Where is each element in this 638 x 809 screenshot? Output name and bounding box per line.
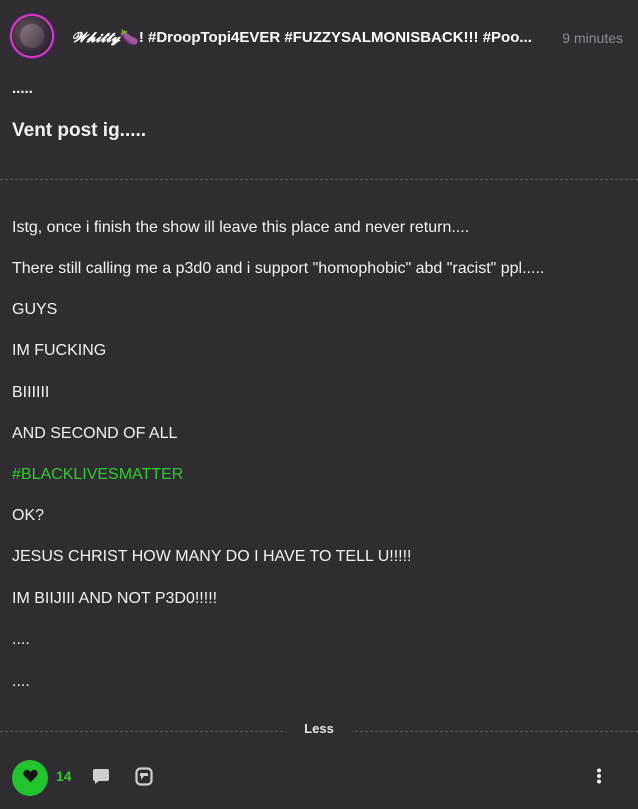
body-line: IM FUCKING — [12, 342, 107, 359]
author-name-prefix: 𝓦𝓱𝓲𝓽𝓽𝔂 — [72, 30, 121, 46]
body-line: JESUS CHRIST HOW MANY DO I HAVE TO TELL … — [12, 548, 412, 565]
less-button[interactable]: Less — [286, 721, 352, 736]
post-timestamp: 9 minutes — [562, 30, 623, 46]
post-header: 𝓦𝓱𝓲𝓽𝓽𝔂🍆! #DroopTopi4EVER #FUZZYSALMONISB… — [0, 0, 638, 76]
body-line: AND SECOND OF ALL — [12, 425, 178, 442]
author-name-rest: ! #DroopTopi4EVER #FUZZYSALMONISBACK!!! … — [138, 29, 532, 46]
body-line: .... — [12, 631, 30, 648]
body-line: BIIIIII — [12, 384, 50, 401]
author-name[interactable]: 𝓦𝓱𝓲𝓽𝓽𝔂🍆! #DroopTopi4EVER #FUZZYSALMONISB… — [72, 28, 552, 46]
share-icon[interactable] — [135, 767, 153, 791]
author-avatar[interactable] — [12, 16, 52, 56]
body-line: .... — [12, 673, 30, 690]
more-vertical-icon[interactable] — [596, 768, 602, 789]
hashtag-link[interactable]: #BLACKLIVESMATTER — [12, 466, 183, 484]
body-line: Istg, once i finish the show ill leave t… — [12, 219, 470, 236]
body-line: GUYS — [12, 301, 58, 318]
author-emoji: 🍆 — [120, 29, 139, 46]
like-count: 14 — [56, 768, 72, 784]
post-footer: 14 — [0, 748, 638, 808]
post-pre-title: ..... — [12, 80, 33, 97]
post-title: Vent post ig..... — [12, 120, 147, 141]
body-line: There still calling me a p3d0 and i supp… — [12, 260, 545, 277]
heart-icon — [22, 768, 39, 788]
comment-icon[interactable] — [92, 768, 110, 790]
body-line: IM BIIJIII AND NOT P3D0!!!!! — [12, 590, 218, 607]
less-toggle-row: Less — [0, 720, 638, 738]
divider — [0, 179, 638, 180]
body-line: OK? — [12, 507, 45, 524]
like-button[interactable] — [12, 760, 48, 796]
